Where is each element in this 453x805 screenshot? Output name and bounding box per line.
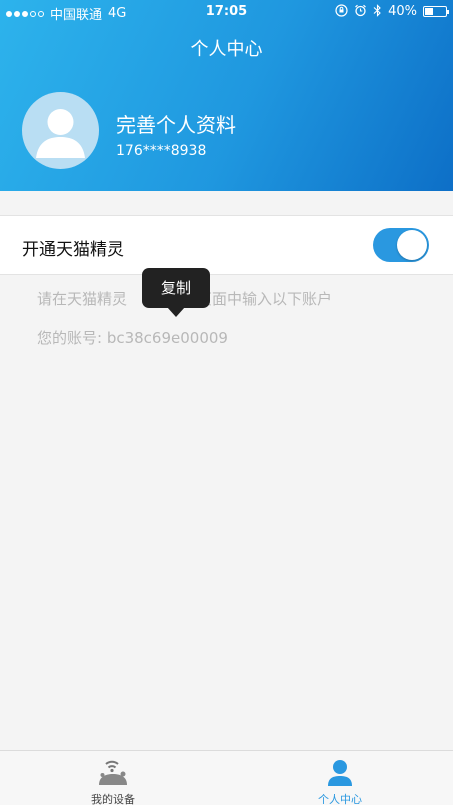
orientation-lock-icon xyxy=(335,4,348,19)
status-bar: 中国联通 4G 17:05 40% xyxy=(0,0,453,24)
instruction-text-end: 页面中输入以下账户 xyxy=(197,290,333,308)
account-text[interactable]: 您的账号: bc38c69e00009 xyxy=(37,327,228,348)
instruction-text-start: 请在天猫精灵 xyxy=(37,290,128,308)
bluetooth-icon xyxy=(373,4,382,19)
tab-profile-center[interactable]: 个人中心 xyxy=(227,751,453,805)
toggle-knob xyxy=(397,230,427,260)
user-silhouette-icon xyxy=(36,109,85,158)
tab-my-devices-label: 我的设备 xyxy=(91,793,135,805)
device-icon xyxy=(99,760,127,785)
tmall-genie-toggle[interactable] xyxy=(373,228,429,262)
battery-percent: 40% xyxy=(388,4,417,19)
status-right: 40% xyxy=(335,4,449,19)
phone-number: 176****8938 xyxy=(116,143,207,159)
screen: 中国联通 4G 17:05 40% 个人中心 完善个人资料 176****893… xyxy=(0,0,453,805)
tab-my-devices[interactable]: 我的设备 xyxy=(0,751,226,805)
tooltip-arrow xyxy=(167,307,185,317)
tab-bar: 我的设备 个人中心 xyxy=(0,750,453,805)
alarm-icon xyxy=(354,4,367,19)
tmall-genie-row: 开通天猫精灵 xyxy=(0,215,453,275)
avatar[interactable] xyxy=(22,92,99,169)
tmall-genie-label: 开通天猫精灵 xyxy=(22,240,124,260)
profile-header: 中国联通 4G 17:05 40% 个人中心 完善个人资料 176****893… xyxy=(0,0,453,191)
copy-tooltip[interactable]: 复制 xyxy=(142,268,210,308)
battery-icon xyxy=(423,6,449,17)
tab-profile-center-label: 个人中心 xyxy=(318,793,362,805)
complete-profile-link[interactable]: 完善个人资料 xyxy=(116,109,236,138)
person-icon xyxy=(328,760,352,786)
page-title: 个人中心 xyxy=(190,39,263,60)
